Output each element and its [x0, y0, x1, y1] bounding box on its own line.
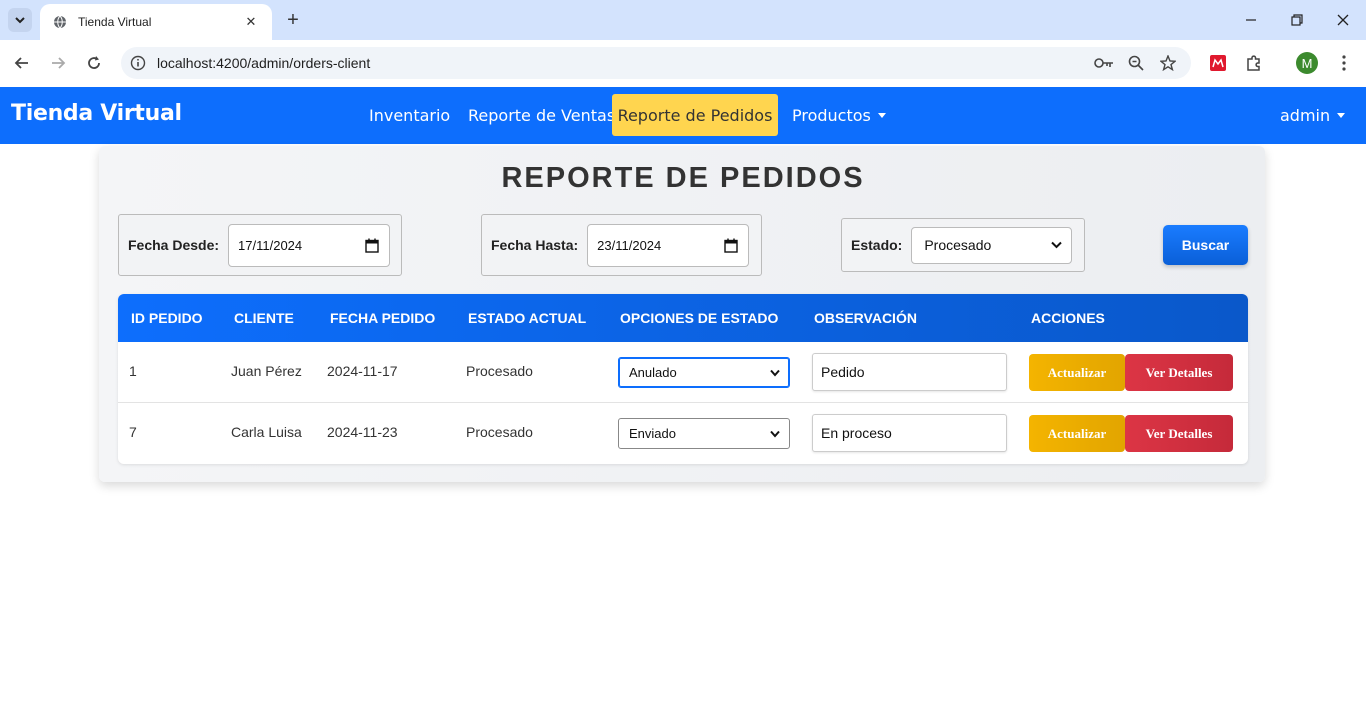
fecha-desde-label: Fecha Desde: — [128, 237, 220, 253]
fecha-desde-value: 17/11/2024 — [238, 237, 303, 253]
globe-icon — [52, 14, 68, 30]
extensions-puzzle-icon[interactable] — [1243, 52, 1265, 74]
nav-inventario[interactable]: Inventario — [357, 94, 462, 136]
cell-cliente: Carla Luisa — [231, 424, 302, 440]
zoom-icon[interactable] — [1125, 52, 1147, 74]
cell-cliente: Juan Pérez — [231, 363, 302, 379]
cell-fecha: 2024-11-23 — [327, 424, 398, 440]
cell-fecha: 2024-11-17 — [327, 363, 398, 379]
nav-productos-label: Productos — [792, 105, 871, 125]
reload-icon[interactable] — [82, 51, 106, 75]
user-menu-dropdown[interactable]: admin — [1268, 94, 1357, 136]
filter-fecha-hasta: Fecha Hasta: 23/11/2024 — [481, 214, 762, 276]
cell-id: 1 — [129, 363, 137, 379]
caret-down-icon — [877, 112, 886, 118]
observacion-input[interactable]: En proceso — [812, 414, 1007, 452]
header-opciones-estado: OPCIONES DE ESTADO — [620, 310, 779, 326]
fecha-desde-input[interactable]: 17/11/2024 — [228, 223, 391, 267]
estado-label: Estado: — [851, 237, 903, 253]
url-text: localhost:4200/admin/orders-client — [157, 55, 371, 71]
page-title: REPORTE DE PEDIDOS — [501, 162, 865, 194]
table-row: 1 Juan Pérez 2024-11-17 Procesado Anulad… — [118, 342, 1248, 403]
estado-option-value: Enviado — [629, 426, 676, 441]
fecha-hasta-value: 23/11/2024 — [597, 237, 662, 253]
chevron-down-icon — [1051, 241, 1063, 249]
site-info-icon[interactable] — [128, 53, 148, 73]
minimize-icon[interactable] — [1228, 0, 1274, 40]
calendar-icon[interactable] — [724, 238, 738, 253]
nav-reporte-pedidos[interactable]: Reporte de Pedidos — [612, 94, 778, 136]
table-header: ID PEDIDO CLIENTE FECHA PEDIDO ESTADO AC… — [118, 294, 1248, 342]
ver-detalles-button[interactable]: Ver Detalles — [1125, 415, 1233, 452]
chevron-down-icon — [770, 430, 780, 437]
brand-logo[interactable]: Tienda Virtual — [11, 101, 182, 126]
cell-id: 7 — [129, 424, 137, 440]
close-tab-icon[interactable]: ✕ — [242, 13, 260, 31]
tab-search-button[interactable] — [8, 8, 32, 32]
filter-estado: Estado: Procesado — [841, 218, 1085, 272]
chevron-down-icon — [770, 369, 780, 376]
key-icon[interactable] — [1093, 52, 1115, 74]
cell-estado: Procesado — [466, 363, 533, 379]
table-row: 7 Carla Luisa 2024-11-23 Procesado Envia… — [118, 403, 1248, 464]
forward-icon[interactable] — [46, 51, 70, 75]
cell-estado: Procesado — [466, 424, 533, 440]
filter-fecha-desde: Fecha Desde: 17/11/2024 — [118, 214, 402, 276]
header-cliente: CLIENTE — [234, 310, 294, 326]
back-icon[interactable] — [10, 51, 34, 75]
chevron-down-icon — [15, 17, 25, 24]
fecha-hasta-input[interactable]: 23/11/2024 — [587, 223, 750, 267]
estado-select[interactable]: Procesado — [911, 226, 1073, 264]
buscar-button[interactable]: Buscar — [1163, 225, 1248, 265]
estado-option-select[interactable]: Anulado — [618, 357, 790, 388]
estado-option-select[interactable]: Enviado — [618, 418, 790, 449]
extension-red-icon[interactable] — [1207, 52, 1229, 74]
restore-icon[interactable] — [1274, 0, 1320, 40]
caret-down-icon — [1337, 112, 1346, 118]
header-id-pedido: ID PEDIDO — [131, 310, 203, 326]
observacion-input[interactable]: Pedido — [812, 353, 1007, 391]
browser-tab[interactable]: Tienda Virtual ✕ — [40, 4, 272, 40]
actualizar-button[interactable]: Actualizar — [1029, 354, 1125, 391]
orders-table: ID PEDIDO CLIENTE FECHA PEDIDO ESTADO AC… — [118, 294, 1248, 464]
nav-productos-dropdown[interactable]: Productos — [780, 94, 898, 136]
kebab-menu-icon[interactable] — [1333, 52, 1355, 74]
ver-detalles-button[interactable]: Ver Detalles — [1125, 354, 1233, 391]
header-observacion: OBSERVACIÓN — [814, 310, 917, 326]
user-name: admin — [1280, 105, 1331, 125]
estado-option-value: Anulado — [629, 365, 677, 380]
profile-avatar[interactable]: M — [1296, 52, 1318, 74]
header-estado-actual: ESTADO ACTUAL — [468, 310, 587, 326]
new-tab-icon[interactable]: + — [282, 9, 304, 31]
estado-select-value: Procesado — [924, 237, 992, 253]
fecha-hasta-label: Fecha Hasta: — [491, 237, 579, 253]
header-acciones: ACCIONES — [1031, 310, 1105, 326]
header-fecha-pedido: FECHA PEDIDO — [330, 310, 436, 326]
close-window-icon[interactable] — [1320, 0, 1366, 40]
actualizar-button[interactable]: Actualizar — [1029, 415, 1125, 452]
calendar-icon[interactable] — [365, 238, 379, 253]
tab-title: Tienda Virtual — [78, 15, 152, 29]
nav-reporte-ventas[interactable]: Reporte de Ventas — [456, 94, 627, 136]
bookmark-star-icon[interactable] — [1157, 52, 1179, 74]
